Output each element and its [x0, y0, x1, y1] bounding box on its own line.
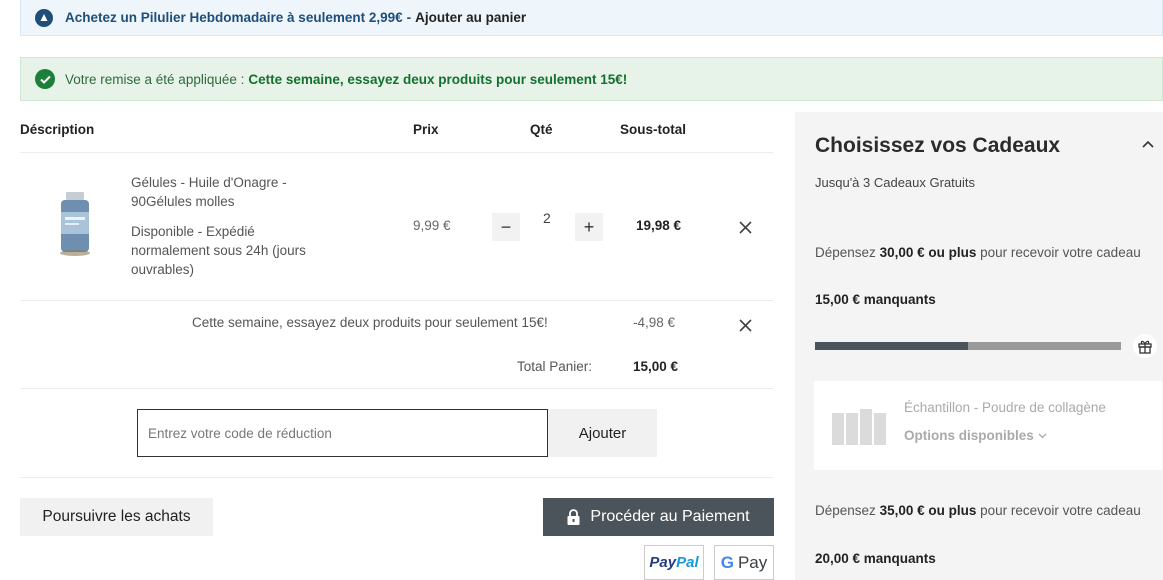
paypal-button[interactable]: Pay Pal: [644, 545, 704, 580]
checkout-button[interactable]: Procéder au Paiement: [543, 498, 774, 536]
quantity-increase-button[interactable]: +: [575, 213, 603, 241]
discount-notice-offer: Cette semaine, essayez deux produits pou…: [248, 71, 628, 87]
gift-icon: [1133, 334, 1157, 358]
gift-tier1-missing: 15,00 € manquants: [815, 292, 936, 307]
cart-total-label: Total Panier:: [517, 359, 593, 374]
gift-tier1-pre: Dépensez: [815, 245, 876, 260]
google-pay-label: Pay: [737, 552, 768, 572]
discount-row-label: Cette semaine, essayez deux produits pou…: [192, 315, 548, 330]
gift-tier1-text: Dépensez 30,00 € ou plus pour recevoir v…: [815, 243, 1145, 262]
stock-status-line3: ouvrables): [131, 262, 195, 277]
product-name-line1[interactable]: Gélules - Huile d'Onagre -: [131, 174, 287, 192]
gift-tier2-text: Dépensez 35,00 € ou plus pour recevoir v…: [815, 501, 1145, 520]
stock-status-line2: normalement sous 24h (jours: [131, 243, 306, 258]
stock-status-line1: Disponible - Expédié: [131, 224, 255, 239]
gift-tier2-missing: 20,00 € manquants: [815, 551, 936, 566]
header-description: Déscription: [20, 122, 95, 137]
header-qty: Qté: [530, 122, 553, 137]
gift-option-card[interactable]: Échantillon - Poudre de collagène Option…: [814, 381, 1162, 470]
gift-options-label: Options disponibles: [904, 428, 1034, 443]
gift-tier1-post: pour recevoir votre cadeau: [980, 245, 1141, 260]
gift-tier1-amount: 30,00 € ou plus: [879, 245, 977, 260]
divider: [20, 477, 773, 478]
divider: [20, 300, 773, 301]
gift-panel-subtitle: Jusqu'à 3 Cadeaux Gratuits: [815, 175, 976, 190]
check-circle-icon: [35, 69, 55, 89]
continue-shopping-button[interactable]: Poursuivre les achats: [20, 498, 213, 536]
lock-icon: [567, 509, 580, 525]
paypal-logo-part2: Pal: [676, 554, 699, 571]
promo-link[interactable]: Achetez un Pilulier Hebdomadaire à seule…: [65, 10, 403, 25]
discount-code-input[interactable]: [137, 409, 548, 457]
checkout-button-label: Procéder au Paiement: [590, 508, 750, 525]
header-price: Prix: [413, 122, 439, 137]
gift-product-name: Échantillon - Poudre de collagène: [904, 400, 1106, 415]
google-g-logo: G: [720, 552, 734, 572]
quantity-decrease-button[interactable]: −: [492, 213, 520, 241]
promo-banner: Achetez un Pilulier Hebdomadaire à seule…: [20, 0, 1163, 36]
cart-total-value: 15,00 €: [633, 359, 679, 374]
gift-options-dropdown[interactable]: Options disponibles: [904, 428, 1047, 443]
add-to-cart-link[interactable]: Ajouter au panier: [415, 10, 526, 25]
gift-panel-title: Choisissez vos Cadeaux: [815, 134, 1061, 157]
item-price: 9,99 €: [413, 218, 451, 233]
divider: [20, 152, 773, 153]
chevron-up-icon[interactable]: [1141, 138, 1155, 152]
discount-applied-notice: Votre remise a été appliquée : Cette sem…: [20, 57, 1163, 101]
gift-tier2-pre: Dépensez: [815, 503, 876, 518]
apply-discount-button[interactable]: Ajouter: [548, 409, 657, 457]
divider: [20, 388, 773, 389]
product-name-line2[interactable]: 90Gélules molles: [131, 193, 235, 211]
gift-progress-bar: [815, 342, 1121, 350]
remove-discount-close-icon[interactable]: [736, 316, 754, 334]
gift-tier2-amount: 35,00 € ou plus: [879, 503, 977, 518]
remove-item-close-icon[interactable]: [736, 218, 754, 236]
gift-tier2-post: pour recevoir votre cadeau: [980, 503, 1141, 518]
info-icon: [35, 8, 53, 27]
chevron-down-icon: [1038, 428, 1047, 443]
discount-row-amount: -4,98 €: [633, 315, 676, 330]
item-subtotal: 19,98 €: [636, 218, 682, 233]
header-subtotal: Sous-total: [620, 122, 686, 137]
google-pay-button[interactable]: G Pay: [714, 545, 774, 580]
gift-panel: Choisissez vos Cadeaux Jusqu'à 3 Cadeaux…: [795, 112, 1163, 580]
paypal-logo-part1: Pay: [649, 554, 677, 571]
promo-separator: -: [406, 10, 412, 25]
discount-notice-text: Votre remise a été appliquée :: [65, 71, 245, 87]
gift-progress-fill: [815, 342, 968, 350]
product-image[interactable]: [55, 190, 95, 260]
quantity-value[interactable]: 2: [543, 210, 551, 226]
gift-product-image: [832, 409, 886, 445]
